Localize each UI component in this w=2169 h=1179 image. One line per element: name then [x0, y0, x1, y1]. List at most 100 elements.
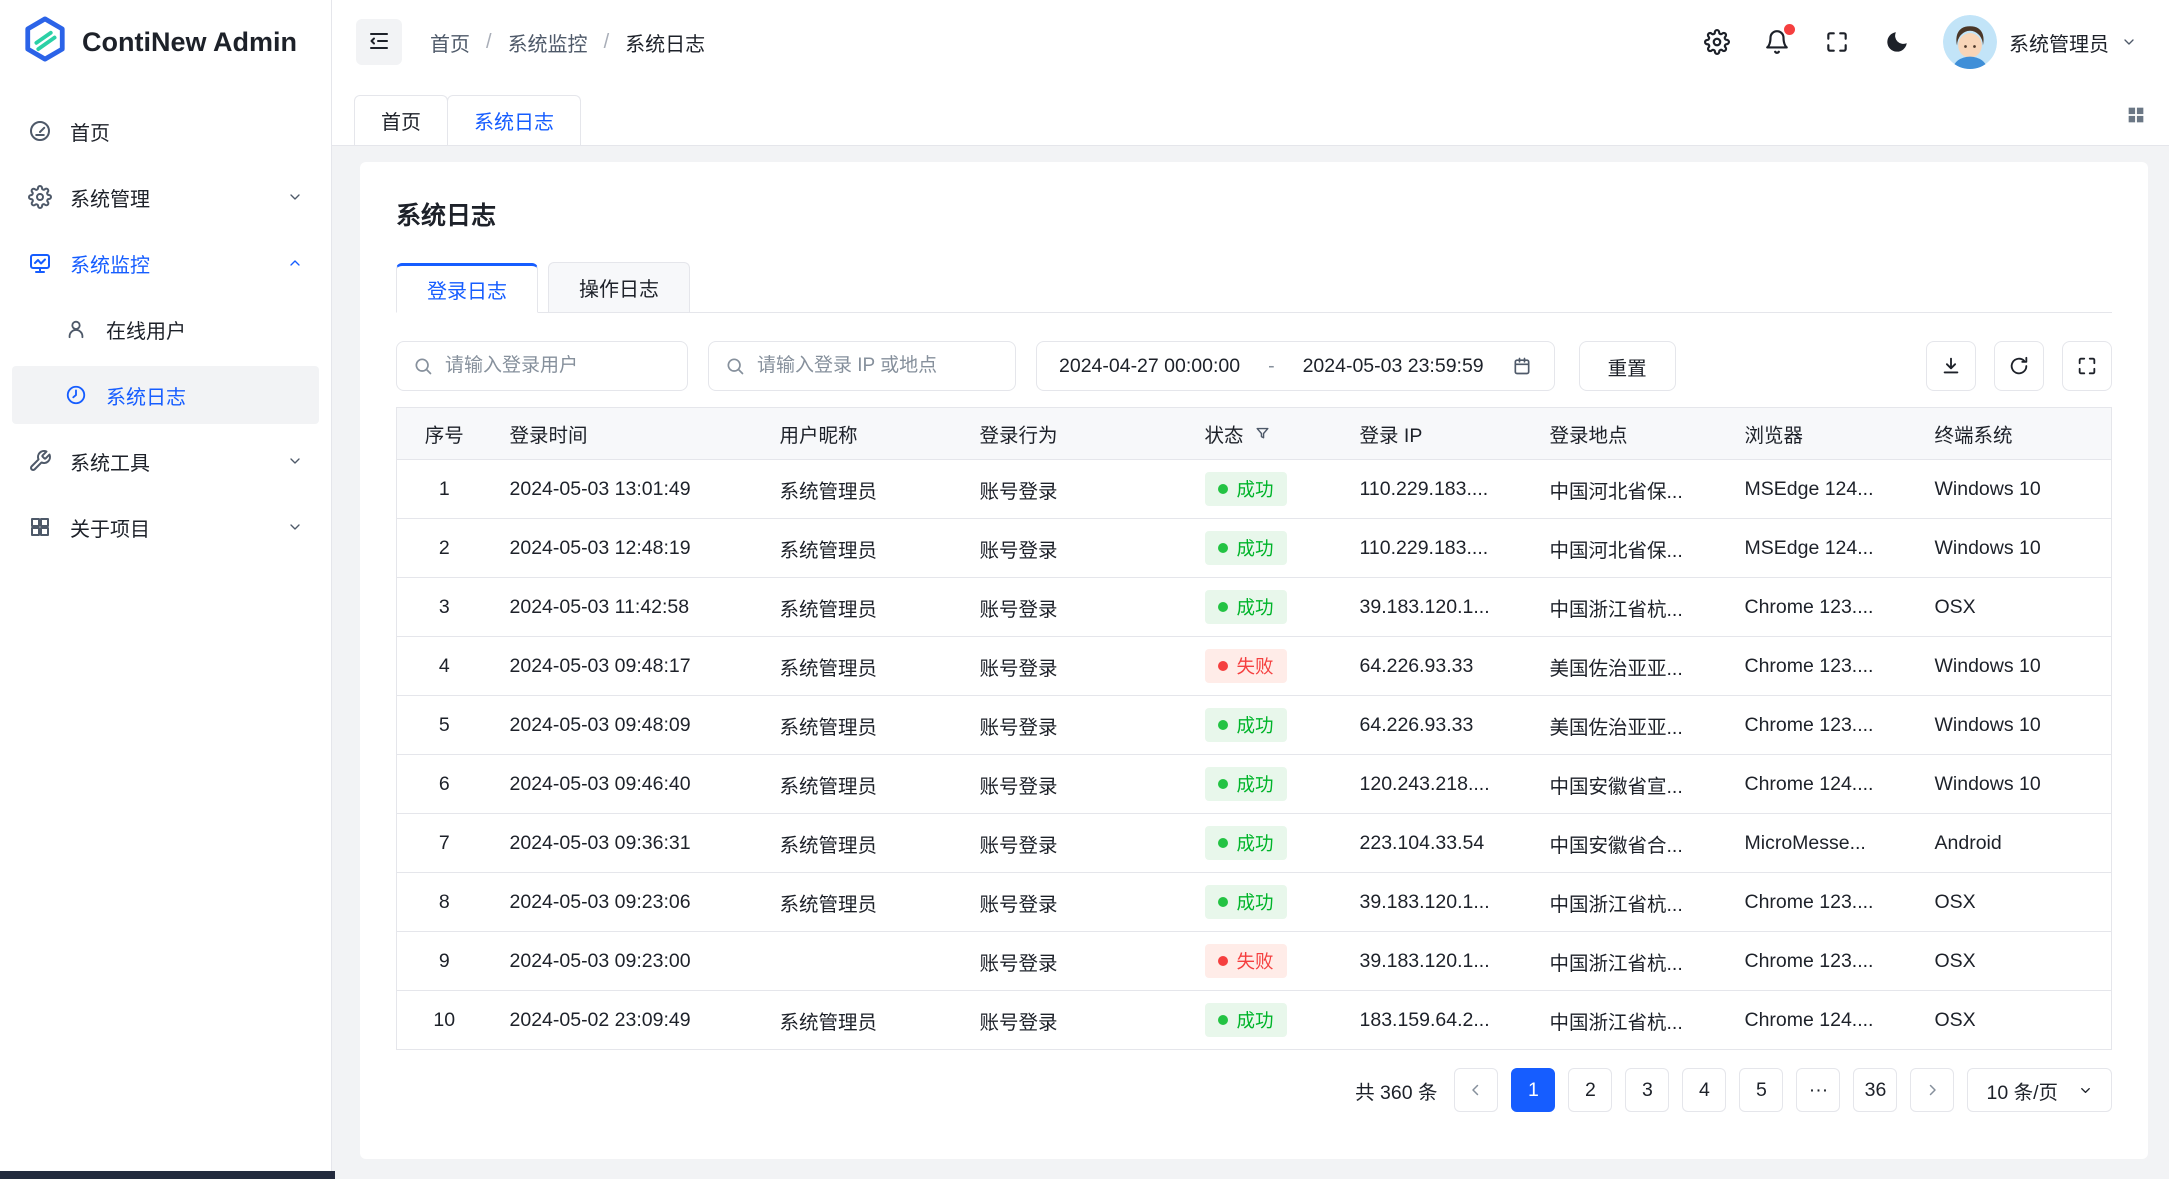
- os-cell: Windows 10: [1917, 460, 2112, 519]
- moon-button[interactable]: [1883, 28, 1911, 56]
- breadcrumb-item-1[interactable]: 系统监控: [508, 28, 588, 57]
- logo-row[interactable]: ContiNew Admin: [0, 0, 331, 84]
- filter-icon[interactable]: [1254, 425, 1271, 442]
- page-button-5[interactable]: 5: [1739, 1068, 1783, 1112]
- table-row: 102024-05-02 23:09:49系统管理员账号登录成功183.159.…: [397, 991, 2112, 1050]
- chevron-down-icon: [2121, 34, 2137, 50]
- sidebar-item-label: 系统管理: [70, 183, 150, 212]
- filter-row: 2024-04-27 00:00:00 - 2024-05-03 23:59:5…: [396, 341, 2112, 391]
- page-tabs-bar: 首页系统日志: [332, 84, 2169, 146]
- log-tab-1[interactable]: 操作日志: [548, 262, 690, 312]
- fullscreen-button[interactable]: [2062, 341, 2112, 391]
- sidebar-item-system-monitor[interactable]: 系统监控: [12, 234, 319, 292]
- login-ip-cell: 64.226.93.33: [1342, 637, 1532, 696]
- search-icon: [725, 356, 745, 376]
- login-action-cell: 账号登录: [962, 814, 1187, 873]
- browser-cell: Chrome 123....: [1727, 696, 1917, 755]
- reset-button[interactable]: 重置: [1579, 341, 1676, 391]
- sidebar-item-system-log[interactable]: 系统日志: [12, 366, 319, 424]
- breadcrumb: 首页/系统监控/系统日志: [430, 28, 705, 57]
- sidebar-collapse-button[interactable]: [356, 19, 402, 65]
- sidebar-item-label: 关于项目: [70, 513, 150, 542]
- status-badge: 成功: [1205, 826, 1287, 860]
- sidebar-item-label: 在线用户: [106, 315, 186, 344]
- download-icon: [1940, 355, 1962, 377]
- login-location-cell: 中国河北省保...: [1532, 519, 1727, 578]
- page-button-2[interactable]: 2: [1568, 1068, 1612, 1112]
- status-label: 失败: [1237, 948, 1274, 974]
- settings-icon: [28, 185, 52, 209]
- sidebar-item-home[interactable]: 首页: [12, 102, 319, 160]
- page-button-3[interactable]: 3: [1625, 1068, 1669, 1112]
- login-location-cell: 中国浙江省杭...: [1532, 991, 1727, 1050]
- page-tab-1[interactable]: 系统日志: [447, 95, 581, 145]
- sidebar-item-system-tool[interactable]: 系统工具: [12, 432, 319, 490]
- browser-cell: Chrome 123....: [1727, 873, 1917, 932]
- date-range-picker[interactable]: 2024-04-27 00:00:00 - 2024-05-03 23:59:5…: [1036, 341, 1555, 391]
- login-action-cell: 账号登录: [962, 755, 1187, 814]
- refresh-button[interactable]: [1994, 341, 2044, 391]
- login-location-cell: 中国浙江省杭...: [1532, 932, 1727, 991]
- page-ellipsis-button[interactable]: ···: [1796, 1068, 1840, 1112]
- column-header-text: 登录时间: [510, 419, 588, 448]
- login-user-search-box: [396, 341, 688, 391]
- sidebar-item-about-project[interactable]: 关于项目: [12, 498, 319, 556]
- log-type-tabs: 登录日志操作日志: [396, 262, 2112, 313]
- next-page-button[interactable]: [1910, 1068, 1954, 1112]
- page-tab-0[interactable]: 首页: [354, 95, 448, 145]
- status-cell: 成功: [1187, 814, 1342, 873]
- login-action-cell: 账号登录: [962, 932, 1187, 991]
- page-button-36[interactable]: 36: [1853, 1068, 1897, 1112]
- sidebar-item-online-user[interactable]: 在线用户: [12, 300, 319, 358]
- settings-button[interactable]: [1703, 28, 1731, 56]
- login-time-cell: 2024-05-03 11:42:58: [492, 578, 762, 637]
- os-cell: OSX: [1917, 991, 2112, 1050]
- column-header-8: 终端系统: [1917, 408, 2112, 460]
- login-time-cell: 2024-05-03 09:36:31: [492, 814, 762, 873]
- login-action-cell: 账号登录: [962, 637, 1187, 696]
- login-time-cell: 2024-05-02 23:09:49: [492, 991, 762, 1050]
- breadcrumb-item-0[interactable]: 首页: [430, 28, 470, 57]
- page-button-4[interactable]: 4: [1682, 1068, 1726, 1112]
- os-cell: Windows 10: [1917, 755, 2112, 814]
- user-menu-trigger[interactable]: 系统管理员: [1943, 15, 2137, 69]
- column-header-2: 用户昵称: [762, 408, 962, 460]
- login-location-cell: 中国安徽省合...: [1532, 814, 1727, 873]
- tab-list-button[interactable]: [2125, 104, 2147, 129]
- log-tab-0[interactable]: 登录日志: [396, 263, 538, 313]
- dashboard-icon: [28, 119, 52, 143]
- download-button[interactable]: [1926, 341, 1976, 391]
- row-index-cell: 8: [397, 873, 492, 932]
- prev-page-button[interactable]: [1454, 1068, 1498, 1112]
- horizontal-scrollbar-thumb[interactable]: [0, 1171, 335, 1179]
- login-time-cell: 2024-05-03 09:23:06: [492, 873, 762, 932]
- bell-button[interactable]: [1763, 28, 1791, 56]
- user-nickname-cell: 系统管理员: [762, 637, 962, 696]
- fullscreen-button[interactable]: [1823, 28, 1851, 56]
- login-ip-cell: 39.183.120.1...: [1342, 873, 1532, 932]
- pagination-total: 共 360 条: [1355, 1076, 1437, 1105]
- os-cell: OSX: [1917, 873, 2112, 932]
- os-cell: Android: [1917, 814, 2112, 873]
- chevron-up-icon: [287, 255, 303, 271]
- os-cell: OSX: [1917, 578, 2112, 637]
- status-badge: 成功: [1205, 472, 1287, 506]
- login-ip-input[interactable]: [757, 355, 999, 377]
- table-row: 82024-05-03 09:23:06系统管理员账号登录成功39.183.12…: [397, 873, 2112, 932]
- column-header-label: 终端系统: [1935, 419, 2013, 448]
- status-cell: 成功: [1187, 991, 1342, 1050]
- status-label: 成功: [1237, 476, 1274, 502]
- login-user-input[interactable]: [445, 355, 671, 377]
- menu-fold-icon: [367, 29, 391, 56]
- app-root: ContiNew Admin 首页系统管理系统监控在线用户系统日志系统工具关于项…: [0, 0, 2169, 1179]
- search-icon: [413, 356, 433, 376]
- page-button-1[interactable]: 1: [1511, 1068, 1555, 1112]
- login-time-cell: 2024-05-03 12:48:19: [492, 519, 762, 578]
- column-header-label: 用户昵称: [780, 419, 858, 448]
- sidebar: ContiNew Admin 首页系统管理系统监控在线用户系统日志系统工具关于项…: [0, 0, 332, 1179]
- sidebar-item-system-management[interactable]: 系统管理: [12, 168, 319, 226]
- browser-cell: Chrome 123....: [1727, 637, 1917, 696]
- status-badge: 成功: [1205, 767, 1287, 801]
- page-size-select[interactable]: 10 条/页: [1967, 1068, 2112, 1112]
- column-header-label: 登录时间: [510, 419, 588, 448]
